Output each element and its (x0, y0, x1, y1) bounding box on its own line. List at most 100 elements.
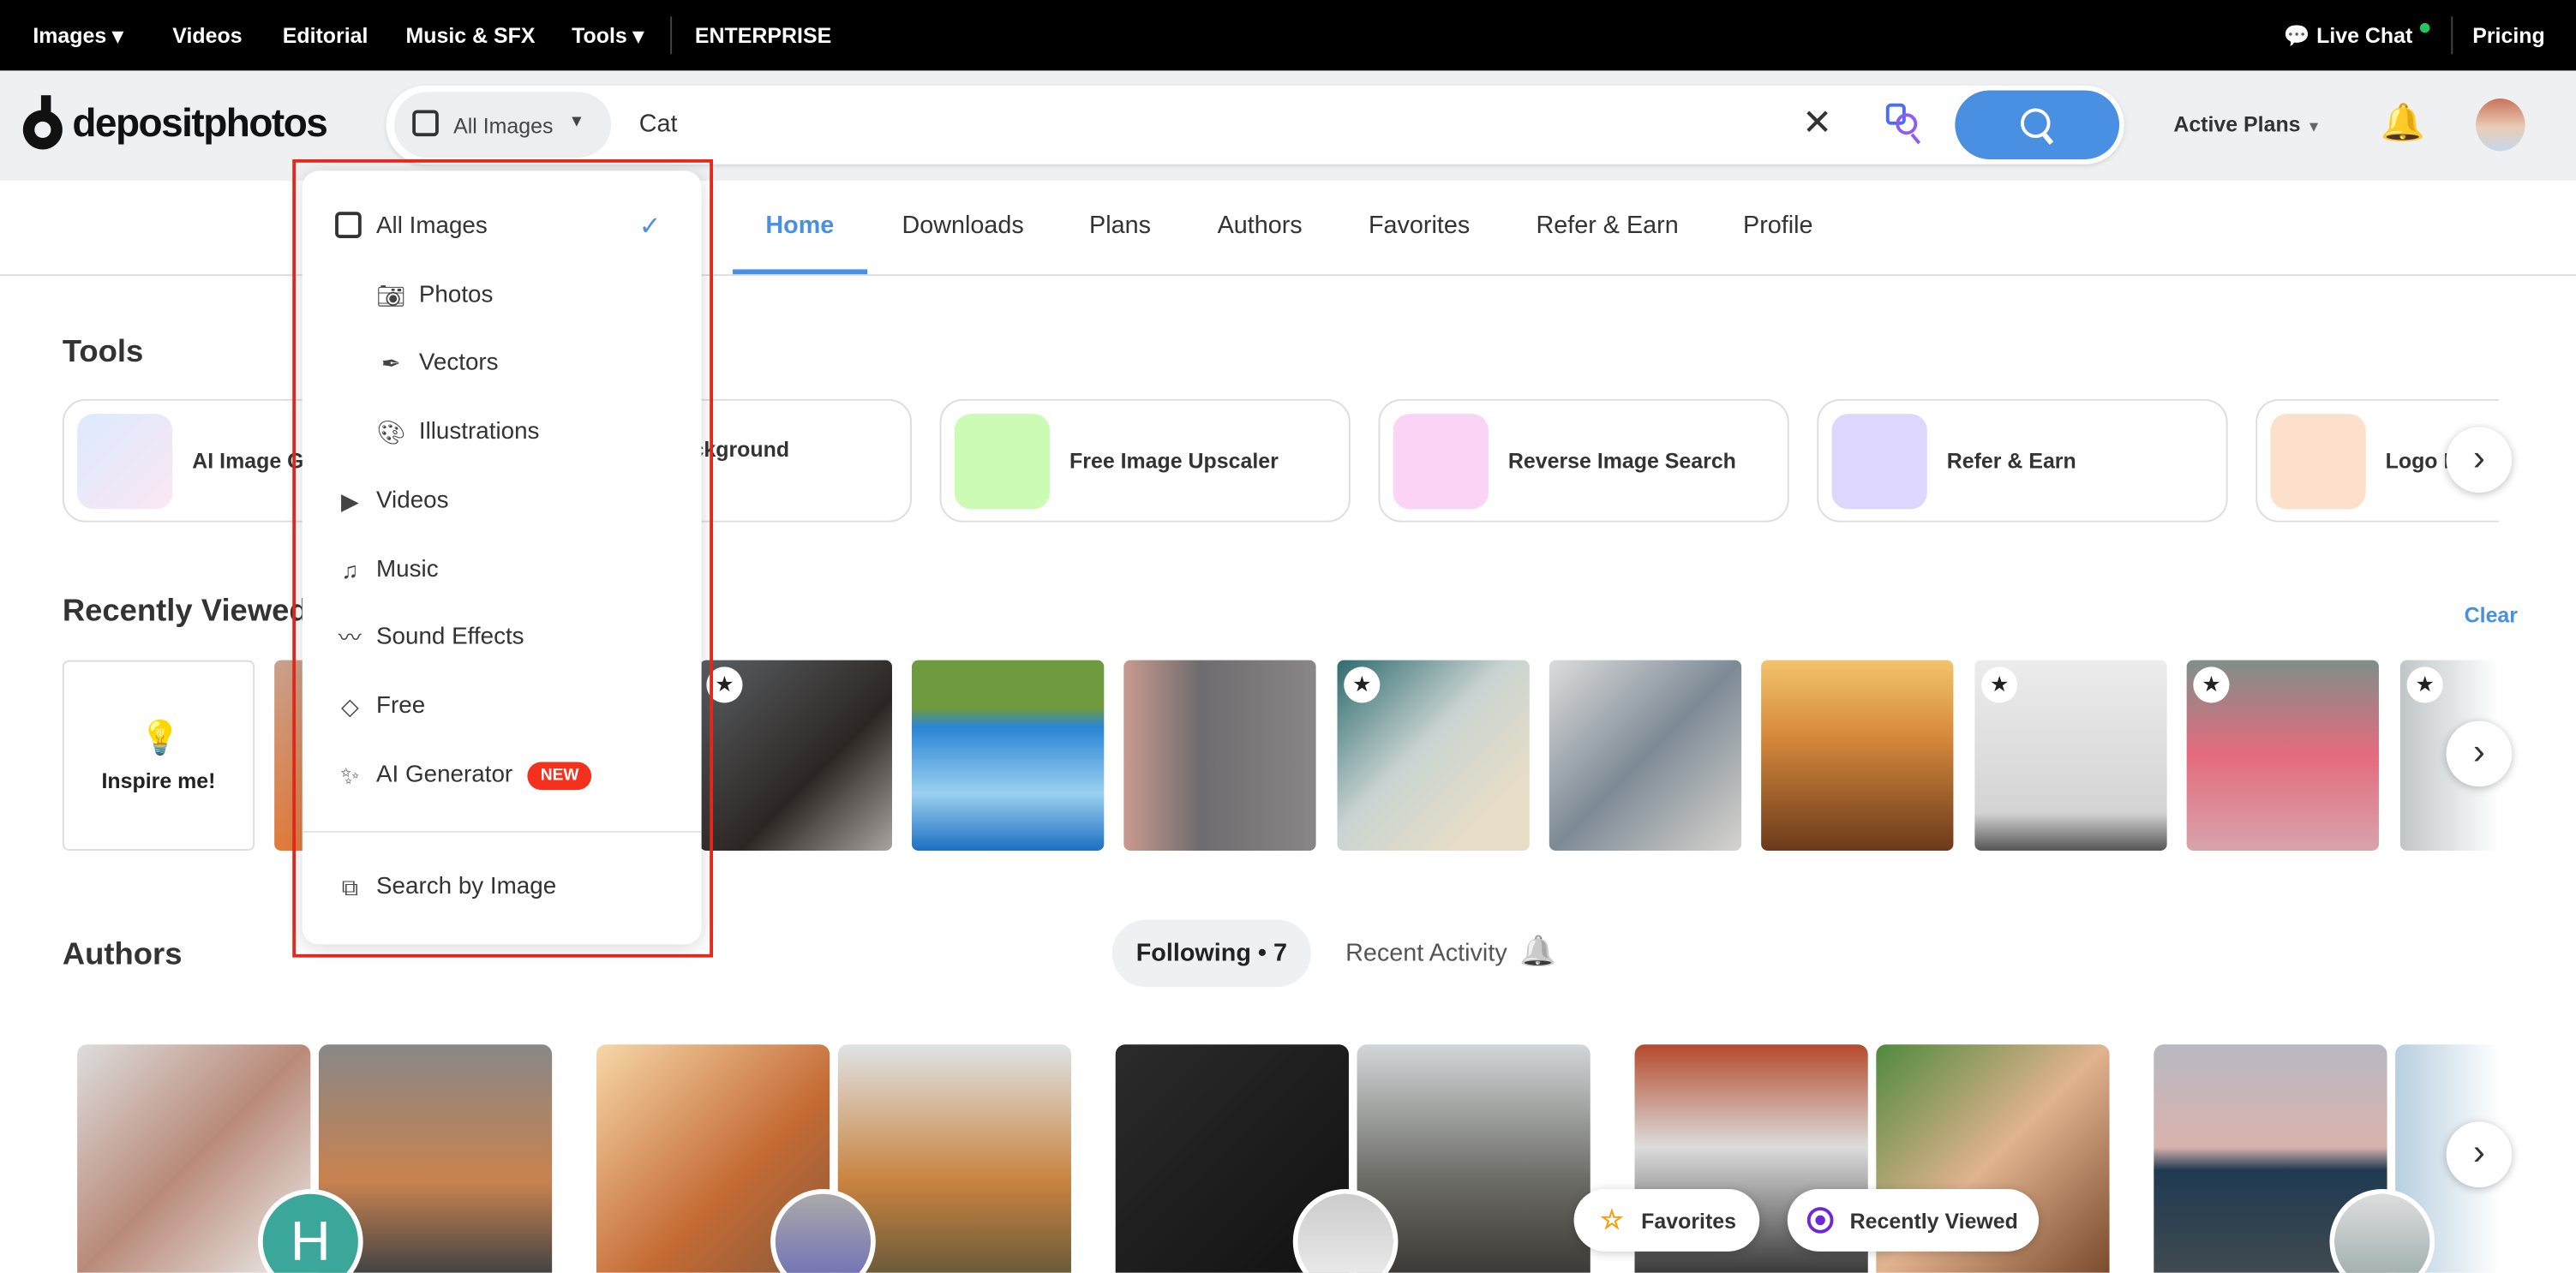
tab-home[interactable]: Home (765, 212, 834, 240)
thumbnail[interactable] (1123, 660, 1316, 852)
active-plans-label: Active Plans (2173, 111, 2301, 137)
thumbnail[interactable] (911, 660, 1105, 852)
menu-item-label: Illustrations (418, 418, 540, 445)
sparkles-icon: ✨︎ (340, 762, 360, 789)
type-dropdown-menu: All Images ✓ 📷︎ Photos ✒︎ Vectors 🎨︎ Illustr… (302, 170, 702, 945)
menu-item-videos[interactable]: ▶︎ Videos (303, 471, 702, 530)
menu-videos[interactable]: Videos (172, 23, 242, 48)
bell-icon[interactable]: 🔔 (2381, 102, 2426, 145)
visual-search-icon[interactable] (1885, 103, 1926, 146)
tool-label: Logo I (2385, 448, 2450, 474)
pricing-link[interactable]: Pricing (2472, 23, 2545, 48)
divider (302, 831, 702, 833)
reverse-search-icon (1393, 414, 1489, 510)
image-search-icon: ⧉ (341, 873, 358, 900)
menu-images[interactable]: Images ▾ (33, 23, 123, 50)
inspire-me-card[interactable]: 💡 Inspire me! (62, 660, 255, 852)
menu-item-photos[interactable]: 📷︎ Photos (303, 266, 702, 326)
menu-tools[interactable]: Tools ▾ (572, 23, 644, 50)
menu-item-label: Videos (376, 487, 449, 515)
online-dot (2419, 22, 2430, 33)
menu-item-label: Music (376, 556, 439, 583)
star-icon[interactable]: ★ (2406, 666, 2443, 703)
following-tab[interactable]: Following • 7 (1111, 919, 1311, 988)
tag-icon: ◇ (341, 693, 359, 720)
lightbulb-icon: 💡 (139, 720, 181, 757)
tool-refer[interactable]: Refer & Earn (1817, 398, 2228, 523)
eye-icon (1806, 1207, 1834, 1234)
tab-favorites[interactable]: Favorites (1369, 212, 1470, 240)
palette-icon: 🎨︎ (376, 418, 406, 445)
divider (2451, 16, 2453, 55)
favorites-button[interactable]: ☆ Favorites (1573, 1188, 1760, 1252)
active-plans-menu[interactable]: Active Plans ▼ (2173, 111, 2321, 136)
tab-plans[interactable]: Plans (1089, 212, 1151, 240)
search-button[interactable] (1955, 90, 2120, 159)
camera-icon: 📷︎ (376, 282, 406, 309)
live-chat-link[interactable]: Live Chat (2316, 23, 2412, 48)
menu-item-label: Vectors (418, 350, 499, 377)
thumbnail[interactable]: ★ (1974, 660, 2167, 852)
avatar[interactable] (2476, 99, 2525, 152)
tab-refer[interactable]: Refer & Earn (1536, 212, 1678, 240)
menu-item-free[interactable]: ◇ Free (303, 677, 702, 736)
menu-item-ai-generator[interactable]: ✨︎ AI Generator NEW (303, 745, 702, 804)
menu-enterprise[interactable]: ENTERPRISE (695, 23, 831, 48)
logo[interactable]: depositphotos (72, 102, 328, 148)
tab-downloads[interactable]: Downloads (902, 212, 1023, 240)
menu-item-all-images[interactable]: All Images ✓ (303, 197, 702, 256)
tools-heading: Tools (62, 335, 144, 370)
menu-item-label: All Images (376, 213, 488, 240)
authors-heading: Authors (62, 937, 183, 972)
tab-profile[interactable]: Profile (1743, 212, 1813, 240)
pen-icon: ✒︎ (381, 350, 401, 377)
tool-label: Reverse Image Search (1507, 448, 1736, 474)
star-icon[interactable]: ★ (1344, 666, 1381, 703)
menu-item-label: Free (376, 693, 426, 720)
play-icon: ▶︎ (341, 487, 359, 515)
thumbnail[interactable]: ★ (1337, 660, 1530, 852)
recent-next-button[interactable]: › (2446, 720, 2513, 787)
star-icon[interactable]: ★ (2193, 666, 2230, 703)
menu-item-label: Search by Image (376, 873, 557, 900)
type-select[interactable]: All Images ▼ (394, 92, 612, 158)
chat-icon: 💬 (2283, 22, 2310, 48)
tools-next-button[interactable]: › (2446, 427, 2513, 493)
inspire-label: Inspire me! (101, 768, 216, 793)
image-icon (335, 212, 362, 238)
menu-music[interactable]: Music & SFX (406, 23, 536, 48)
caret-down-icon: ▼ (568, 113, 585, 132)
menu-item-music[interactable]: ♫ Music (303, 541, 702, 600)
waveform-icon: 〰 (338, 624, 362, 651)
clear-search-icon[interactable]: ✕ (1802, 102, 1832, 145)
check-icon: ✓ (638, 213, 662, 242)
star-icon[interactable]: ★ (1981, 666, 2018, 703)
divider (670, 16, 673, 55)
menu-editorial[interactable]: Editorial (283, 23, 368, 48)
tab-authors[interactable]: Authors (1218, 212, 1303, 240)
logo-icon (22, 95, 63, 151)
thumbnail[interactable]: ★ (2186, 660, 2379, 852)
megaphone-icon (1831, 414, 1927, 510)
recent-activity-tab[interactable]: Recent Activity (1345, 940, 1507, 968)
thumbnail[interactable]: ★ (699, 660, 892, 852)
menu-item-search-by-image[interactable]: ⧉ Search by Image (303, 858, 702, 917)
tool-reverse-search[interactable]: Reverse Image Search (1378, 398, 1789, 523)
thumbnail[interactable] (1761, 660, 1954, 852)
recently-viewed-button[interactable]: Recently Viewed (1787, 1188, 2040, 1252)
upscale-icon (954, 414, 1051, 510)
recently-viewed-label: Recently Viewed (1849, 1208, 2018, 1234)
menu-item-label: AI Generator (376, 762, 513, 789)
menu-item-vectors[interactable]: ✒︎ Vectors (303, 333, 702, 392)
thumbnail[interactable] (1549, 660, 1742, 852)
top-bar: Images ▾ Videos Editorial Music & SFX To… (0, 0, 2576, 71)
menu-item-illustrations[interactable]: 🎨︎ Illustrations (303, 403, 702, 462)
menu-item-label: Photos (418, 282, 494, 309)
search-input[interactable]: Cat (639, 110, 678, 138)
active-tab-indicator (733, 269, 868, 275)
menu-item-sound-effects[interactable]: 〰 Sound Effects (303, 607, 702, 666)
tool-upscaler[interactable]: Free Image Upscaler (939, 398, 1351, 523)
clear-link[interactable]: Clear (2465, 603, 2518, 628)
shapes-icon (2270, 414, 2366, 510)
authors-next-button[interactable]: › (2446, 1121, 2513, 1188)
